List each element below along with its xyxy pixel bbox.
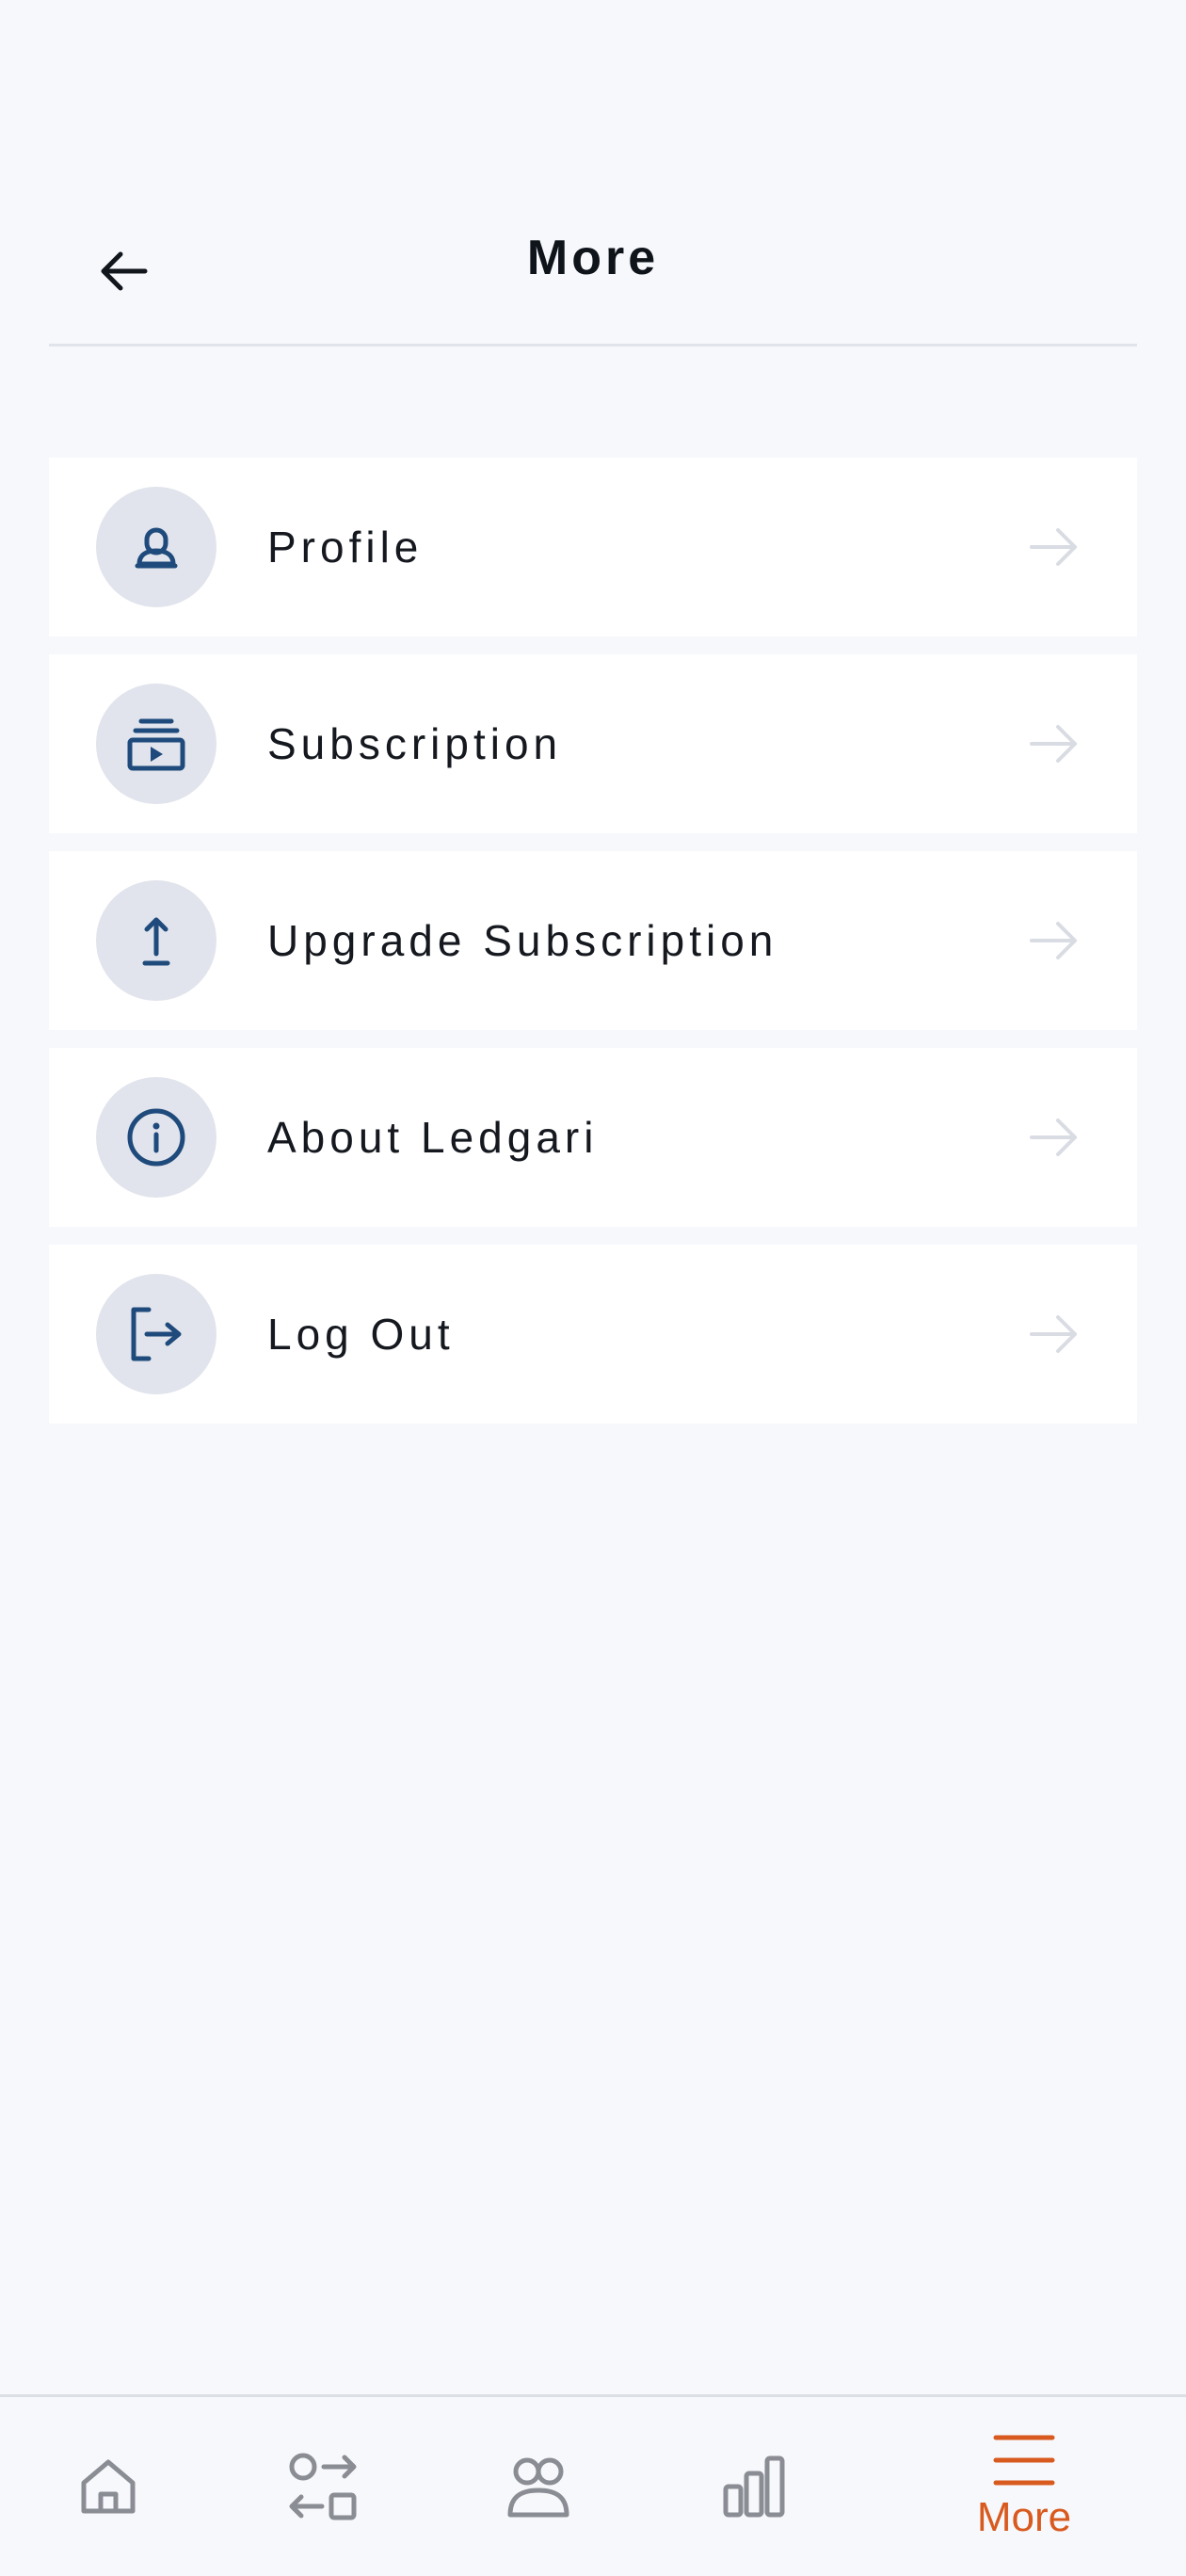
nav-item-label: More [976, 2494, 1072, 2540]
user-icon [135, 527, 178, 569]
menu-icon [993, 2435, 1055, 2486]
arrow-right-icon [1030, 922, 1077, 959]
menu-item-label: Log Out [267, 1310, 455, 1359]
arrow-right-icon [1030, 1119, 1077, 1156]
icon-circle [96, 684, 216, 804]
icon-circle [96, 880, 216, 1001]
menu-item-profile[interactable]: Profile [49, 458, 1137, 636]
bottom-nav: More [0, 2394, 1186, 2576]
menu-item-about[interactable]: About Ledgari [49, 1048, 1137, 1227]
nav-item-more[interactable]: More [939, 2397, 1109, 2576]
menu-item-logout[interactable]: Log Out [49, 1245, 1137, 1424]
icon-circle [96, 487, 216, 607]
menu-item-label: Profile [267, 523, 424, 572]
arrow-right-icon [1030, 1315, 1077, 1353]
icon-circle [96, 1077, 216, 1198]
subscription-icon [127, 718, 185, 771]
menu-item-label: Subscription [267, 719, 563, 768]
home-icon [81, 2459, 136, 2514]
menu-item-label: About Ledgari [267, 1113, 599, 1162]
menu-item-upgrade-subscription[interactable]: Upgrade Subscription [49, 851, 1137, 1030]
arrow-right-icon [1030, 528, 1077, 566]
header: More [49, 196, 1137, 346]
transfer-icon [289, 2453, 357, 2520]
info-icon [127, 1108, 185, 1167]
nav-item-home[interactable] [24, 2397, 193, 2576]
page-title: More [526, 231, 660, 285]
nav-item-contacts[interactable] [454, 2397, 623, 2576]
menu-item-label: Upgrade Subscription [267, 916, 778, 965]
upload-icon [142, 917, 170, 966]
users-icon [507, 2457, 569, 2518]
arrow-right-icon [1030, 725, 1077, 763]
menu-item-subscription[interactable]: Subscription [49, 654, 1137, 833]
icon-circle [96, 1274, 216, 1394]
menu-list: Profile Subscription Upgrade Subscriptio… [49, 458, 1137, 1441]
nav-item-reports[interactable] [669, 2397, 839, 2576]
nav-item-transactions[interactable] [238, 2397, 408, 2576]
bar-chart-icon [723, 2455, 785, 2518]
logout-icon [131, 1307, 182, 1361]
